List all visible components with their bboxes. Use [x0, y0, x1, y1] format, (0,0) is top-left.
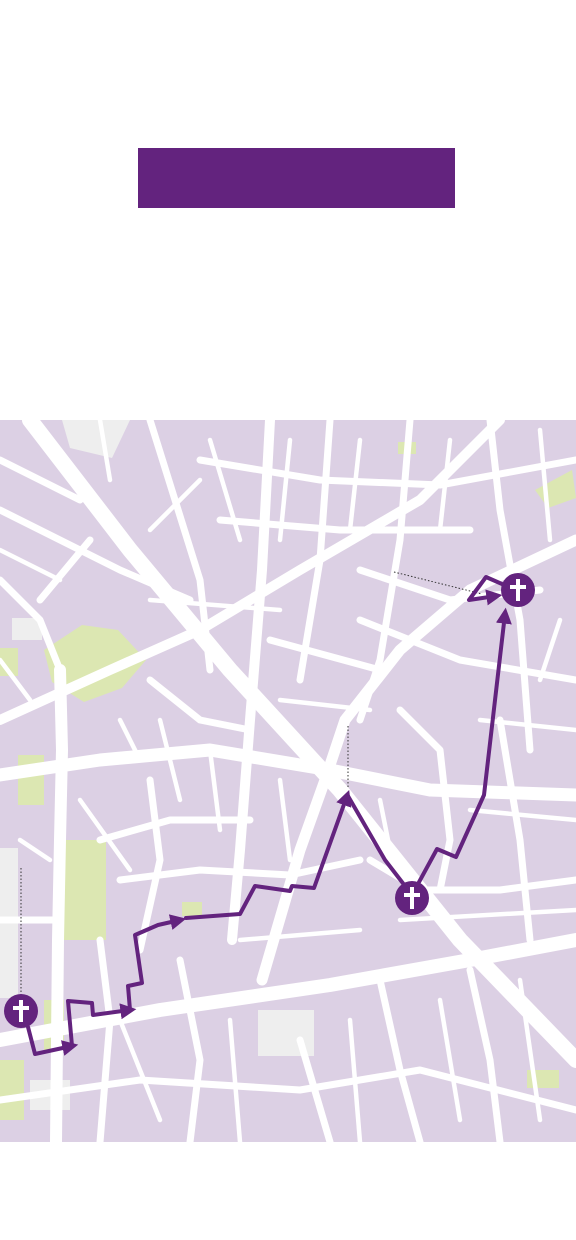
church-marker-northeast[interactable] — [501, 573, 535, 607]
church-marker-center[interactable] — [395, 881, 429, 915]
street-map[interactable] — [0, 420, 576, 1142]
park-area — [182, 902, 202, 916]
park-area — [60, 840, 106, 940]
title-banner — [138, 148, 455, 208]
park-area — [0, 1060, 24, 1120]
church-marker-west[interactable] — [4, 994, 38, 1028]
street-map-canvas[interactable] — [0, 420, 576, 1142]
avenue — [50, 664, 68, 1142]
